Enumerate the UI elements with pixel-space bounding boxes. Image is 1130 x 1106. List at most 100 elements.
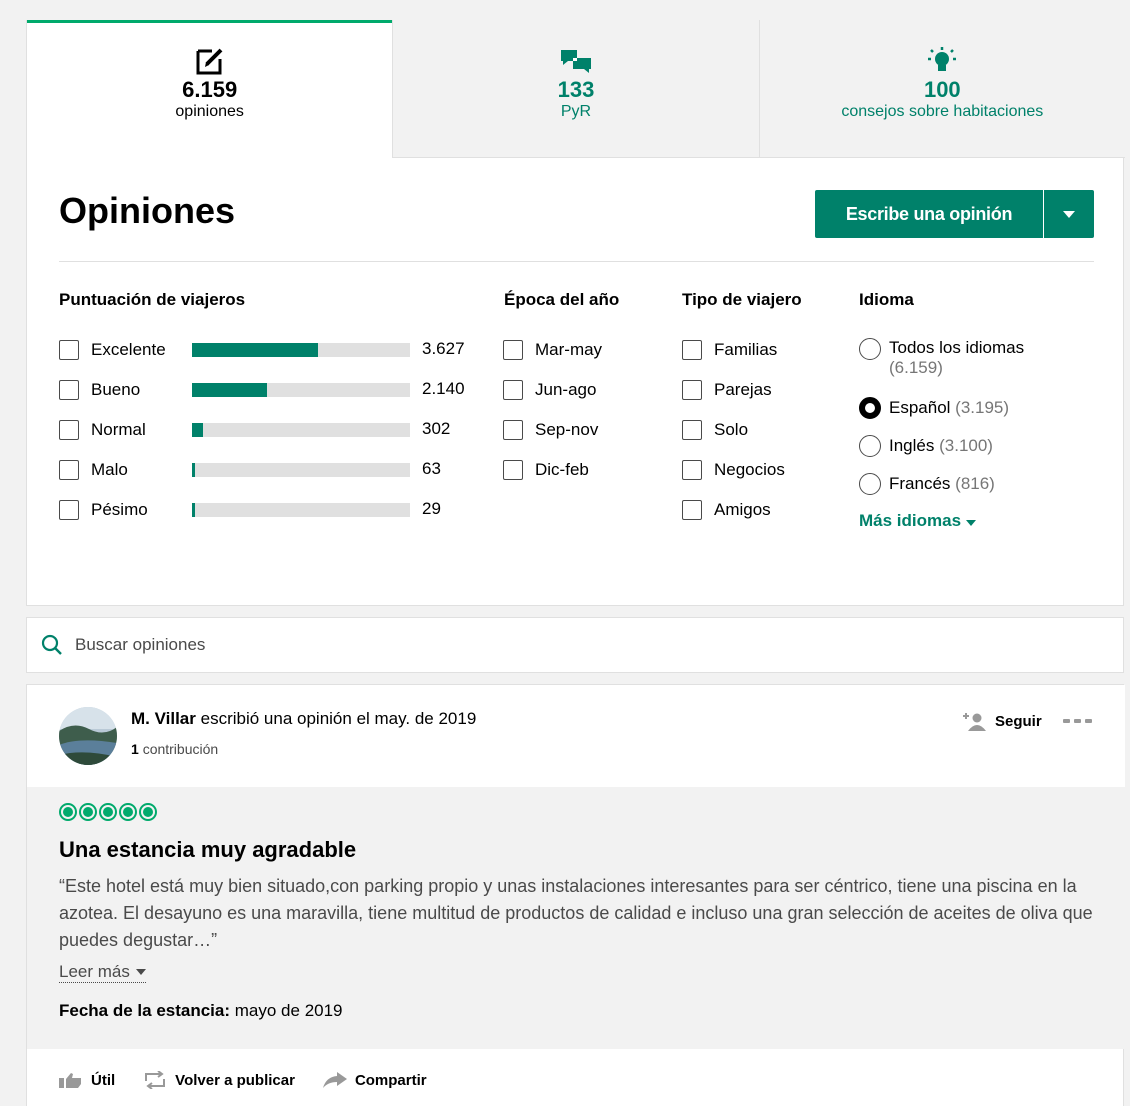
checkbox[interactable] <box>59 500 79 520</box>
author-action: escribió una opinión el may. de 2019 <box>200 709 477 728</box>
follow-button[interactable]: Seguir <box>961 711 1042 731</box>
checkbox[interactable] <box>503 380 523 400</box>
tab-room-tips[interactable]: 100 consejos sobre habitaciones <box>758 20 1125 158</box>
author-name[interactable]: M. Villar <box>131 709 196 728</box>
rating-count: 302 <box>422 419 451 438</box>
checkbox[interactable] <box>682 420 702 440</box>
review-text: “Este hotel está muy bien situado,con pa… <box>59 876 1093 950</box>
rating-bar <box>192 383 410 397</box>
language-option-spanish[interactable]: Español (3.195) <box>859 397 1009 419</box>
rating-bar <box>192 503 410 517</box>
season-filter-item[interactable]: Sep-nov <box>503 420 598 440</box>
traveler-filter-item[interactable]: Amigos <box>682 500 771 520</box>
rating-bar-fill <box>192 463 195 477</box>
divider <box>59 261 1094 262</box>
radio-button[interactable] <box>859 473 881 495</box>
rating-count: 63 <box>422 459 441 478</box>
share-icon <box>322 1072 347 1088</box>
checkbox[interactable] <box>503 420 523 440</box>
filter-label: Excelente <box>91 340 166 359</box>
stay-label: Fecha de la estancia: <box>59 1001 231 1020</box>
checkbox[interactable] <box>503 340 523 360</box>
review-title[interactable]: Una estancia muy agradable <box>59 837 1093 863</box>
search-bar <box>26 617 1124 673</box>
checkbox[interactable] <box>59 340 79 360</box>
write-review-dropdown[interactable] <box>1044 190 1094 238</box>
filter-label: Bueno <box>91 380 141 399</box>
radio-button[interactable] <box>859 435 881 457</box>
filter-label: Jun-ago <box>535 380 597 399</box>
rating-bubbles <box>59 803 1093 823</box>
rating-bar-fill <box>192 503 195 517</box>
review-header: M. Villar escribió una opinión el may. d… <box>27 685 1125 787</box>
share-label: Compartir <box>354 1071 427 1089</box>
radio-button-selected[interactable] <box>859 397 881 419</box>
traveler-filter-item[interactable]: Solo <box>682 420 748 440</box>
language-label: Todos los idiomas <box>889 338 1025 357</box>
thumbs-up-icon <box>59 1073 81 1088</box>
lightbulb-icon <box>760 46 1125 78</box>
more-options-icon[interactable] <box>1063 719 1092 723</box>
checkbox[interactable] <box>59 380 79 400</box>
rating-filter-excellent[interactable]: Excelente <box>59 340 166 360</box>
traveler-filter-item[interactable]: Negocios <box>682 460 785 480</box>
traveler-filter-item[interactable]: Familias <box>682 340 777 360</box>
language-option-english[interactable]: Inglés (3.100) <box>859 435 993 457</box>
radio-button[interactable] <box>859 338 881 360</box>
rating-bar <box>192 463 410 477</box>
search-input[interactable] <box>75 635 975 655</box>
rating-filter-poor[interactable]: Malo <box>59 460 128 480</box>
avatar[interactable] <box>59 707 117 765</box>
language-option-french[interactable]: Francés (816) <box>859 473 995 495</box>
tab-bar: 6.159 opiniones 133 PyR 100 consejos sob… <box>27 20 1125 158</box>
rating-filter-average[interactable]: Normal <box>59 420 146 440</box>
filter-label: Mar-may <box>535 340 603 359</box>
tab-qa[interactable]: 133 PyR <box>392 20 759 158</box>
rating-count: 2.140 <box>422 379 465 398</box>
chevron-down-icon <box>135 969 146 975</box>
season-filter-item[interactable]: Mar-may <box>503 340 602 360</box>
filter-label: Dic-feb <box>535 460 589 479</box>
checkbox[interactable] <box>59 420 79 440</box>
read-more-link[interactable]: Leer más <box>59 962 146 983</box>
checkbox[interactable] <box>59 460 79 480</box>
rating-filter-terrible[interactable]: Pésimo <box>59 500 148 520</box>
write-review-button[interactable]: Escribe una opinión <box>815 190 1043 238</box>
qa-count: 133 <box>557 77 595 102</box>
rating-count: 3.627 <box>422 339 465 358</box>
language-option-all[interactable]: Todos los idiomas (6.159) <box>859 338 1024 378</box>
tab-reviews[interactable]: 6.159 opiniones <box>27 20 393 158</box>
filter-label: Familias <box>714 340 778 359</box>
stay-value: mayo de 2019 <box>234 1001 343 1020</box>
checkbox[interactable] <box>682 380 702 400</box>
repost-button[interactable]: Volver a publicar <box>143 1071 295 1089</box>
add-user-icon <box>963 713 986 731</box>
reviews-label: opiniones <box>175 103 244 120</box>
share-button[interactable]: Compartir <box>322 1071 427 1089</box>
season-filter-item[interactable]: Dic-feb <box>503 460 589 480</box>
checkbox[interactable] <box>682 340 702 360</box>
rating-filter-title: Puntuación de viajeros <box>59 290 246 309</box>
useful-button[interactable]: Útil <box>59 1072 115 1089</box>
checkbox[interactable] <box>682 460 702 480</box>
filter-label: Pésimo <box>91 500 148 519</box>
tips-label: consejos sobre habitaciones <box>841 103 1044 120</box>
reviews-panel: 6.159 opiniones 133 PyR 100 consejos sob… <box>26 20 1125 606</box>
tips-count: 100 <box>923 77 961 102</box>
chat-icon <box>393 46 758 78</box>
season-filter-item[interactable]: Jun-ago <box>503 380 596 400</box>
repost-label: Volver a publicar <box>175 1071 295 1089</box>
checkbox[interactable] <box>503 460 523 480</box>
rating-bar <box>192 343 410 357</box>
rating-filter-good[interactable]: Bueno <box>59 380 140 400</box>
traveler-filter-item[interactable]: Parejas <box>682 380 772 400</box>
qa-label: PyR <box>560 103 592 120</box>
checkbox[interactable] <box>682 500 702 520</box>
edit-icon <box>27 46 392 78</box>
filter-label: Solo <box>714 420 749 439</box>
language-count: (6.159) <box>889 358 943 377</box>
season-filter-title: Época del año <box>504 290 620 309</box>
language-label: Inglés <box>889 436 935 455</box>
review-actions: Útil Volver a publicar Compartir <box>59 1071 455 1089</box>
more-languages-link[interactable]: Más idiomas <box>859 511 976 531</box>
